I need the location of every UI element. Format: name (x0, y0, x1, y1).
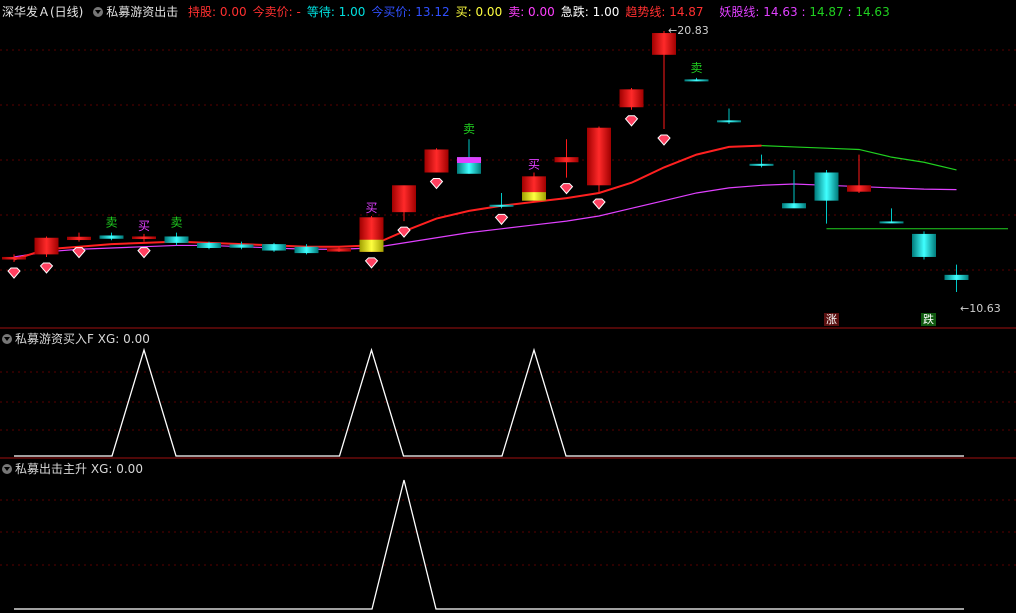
stock-name[interactable]: 深华发Ａ(日线) (2, 5, 83, 19)
low-price-label: ←10.63 (960, 302, 1001, 315)
trend-line-up (13, 144, 762, 261)
candle-body (424, 149, 449, 173)
sell-mark: 卖 (106, 216, 118, 230)
sub1-title[interactable]: 私募游资买入F XG: 0.00 (2, 332, 150, 346)
diamond-icon (72, 247, 86, 259)
grid-lines (0, 49, 1016, 566)
candle-body (327, 248, 351, 252)
dropdown-circle-icon[interactable] (2, 464, 12, 474)
indicator-values: 持股: 0.00 今卖价: - 等待: 1.00 今买价: 13.12 买: 0.00 卖… (188, 5, 710, 19)
diamond-icon (657, 134, 671, 146)
candle-body (392, 185, 416, 213)
diamond-icon (397, 226, 411, 238)
diamond-icon (137, 247, 151, 259)
header-item-0: 持股: 0.00 (188, 5, 247, 19)
candle-body (814, 172, 839, 201)
candle-body (489, 204, 514, 207)
dropdown-circle-icon[interactable] (93, 7, 104, 17)
header-item-3: 今买价: 13.12 (371, 5, 450, 19)
main-candle-panel: 买买买卖 卖卖卖 (2, 31, 1008, 292)
candle-body (847, 185, 871, 192)
dropdown-circle-icon[interactable] (2, 334, 12, 344)
candle-body (34, 237, 59, 255)
header-item-5: 卖: 0.00 (508, 5, 555, 19)
diamond-icon (494, 213, 509, 226)
candle-body (684, 79, 709, 82)
candle-body (619, 89, 644, 108)
diamond-icon (624, 115, 639, 127)
candle-highlight (457, 157, 481, 163)
header-item-2: 等待: 1.00 (306, 5, 366, 19)
die-badge: 跌 (921, 313, 936, 326)
candle-body (749, 163, 774, 166)
indicator-title[interactable]: 私募游资出击 (93, 5, 178, 19)
buy-mark: 买 (528, 158, 540, 172)
candle-body (912, 233, 936, 257)
chart-canvas: 买买买卖 卖卖卖 (0, 31, 1016, 610)
candle-body (262, 244, 286, 251)
header-item-4: 买: 0.00 (455, 5, 503, 19)
high-price-label: ←20.83 (668, 24, 709, 37)
sub1-xg-line (14, 347, 964, 457)
candle-body (554, 157, 579, 163)
sub2-xg-line (14, 479, 964, 610)
candle-body (164, 236, 189, 243)
diamond-icon (39, 262, 54, 274)
sell-mark: 卖 (171, 216, 183, 230)
diamond-icon (7, 267, 21, 279)
candle-body (587, 127, 611, 186)
diamond-icon (592, 198, 606, 210)
candle-body (132, 236, 156, 240)
sub-panel-buy-f (14, 347, 964, 457)
diamond-icon (429, 178, 444, 190)
candle-body (229, 244, 254, 248)
sub-panel-main-rise (14, 479, 964, 610)
candle-body (944, 274, 969, 280)
zhang-badge: 涨 (824, 313, 839, 326)
candle-body (197, 242, 221, 248)
candle-body (879, 221, 904, 224)
candle-highlight (522, 192, 546, 201)
buy-mark: 买 (366, 201, 378, 215)
candle-body (782, 203, 806, 209)
header-item-6: 急跌: 1.00 (560, 5, 620, 19)
buy-mark: 买 (138, 219, 150, 233)
diamond-icon (559, 183, 574, 195)
sub2-title[interactable]: 私募出击主升 XG: 0.00 (2, 462, 143, 476)
candle-body (2, 256, 26, 260)
candle-body (294, 246, 319, 254)
sub1-header: 私募游资买入F XG: 0.00 (2, 330, 156, 348)
candle-body (717, 120, 741, 123)
yaogu-line-value: 妖股线: 14.63 : 14.87 : 14.63 (719, 5, 890, 19)
candle-body (99, 235, 124, 239)
diamond-icon (364, 257, 379, 269)
candle-body (67, 236, 91, 241)
header-item-7: 趋势线: 14.87 (625, 5, 704, 19)
sell-mark: 卖 (691, 61, 703, 75)
candle-highlight (359, 239, 384, 252)
sell-mark: 卖 (463, 122, 475, 136)
sub2-header: 私募出击主升 XG: 0.00 (2, 460, 149, 478)
header-item-1: 今卖价: - (252, 5, 301, 19)
main-header: 深华发Ａ(日线) 私募游资出击 持股: 0.00 今卖价: - 等待: 1.00 今买… (2, 3, 896, 21)
